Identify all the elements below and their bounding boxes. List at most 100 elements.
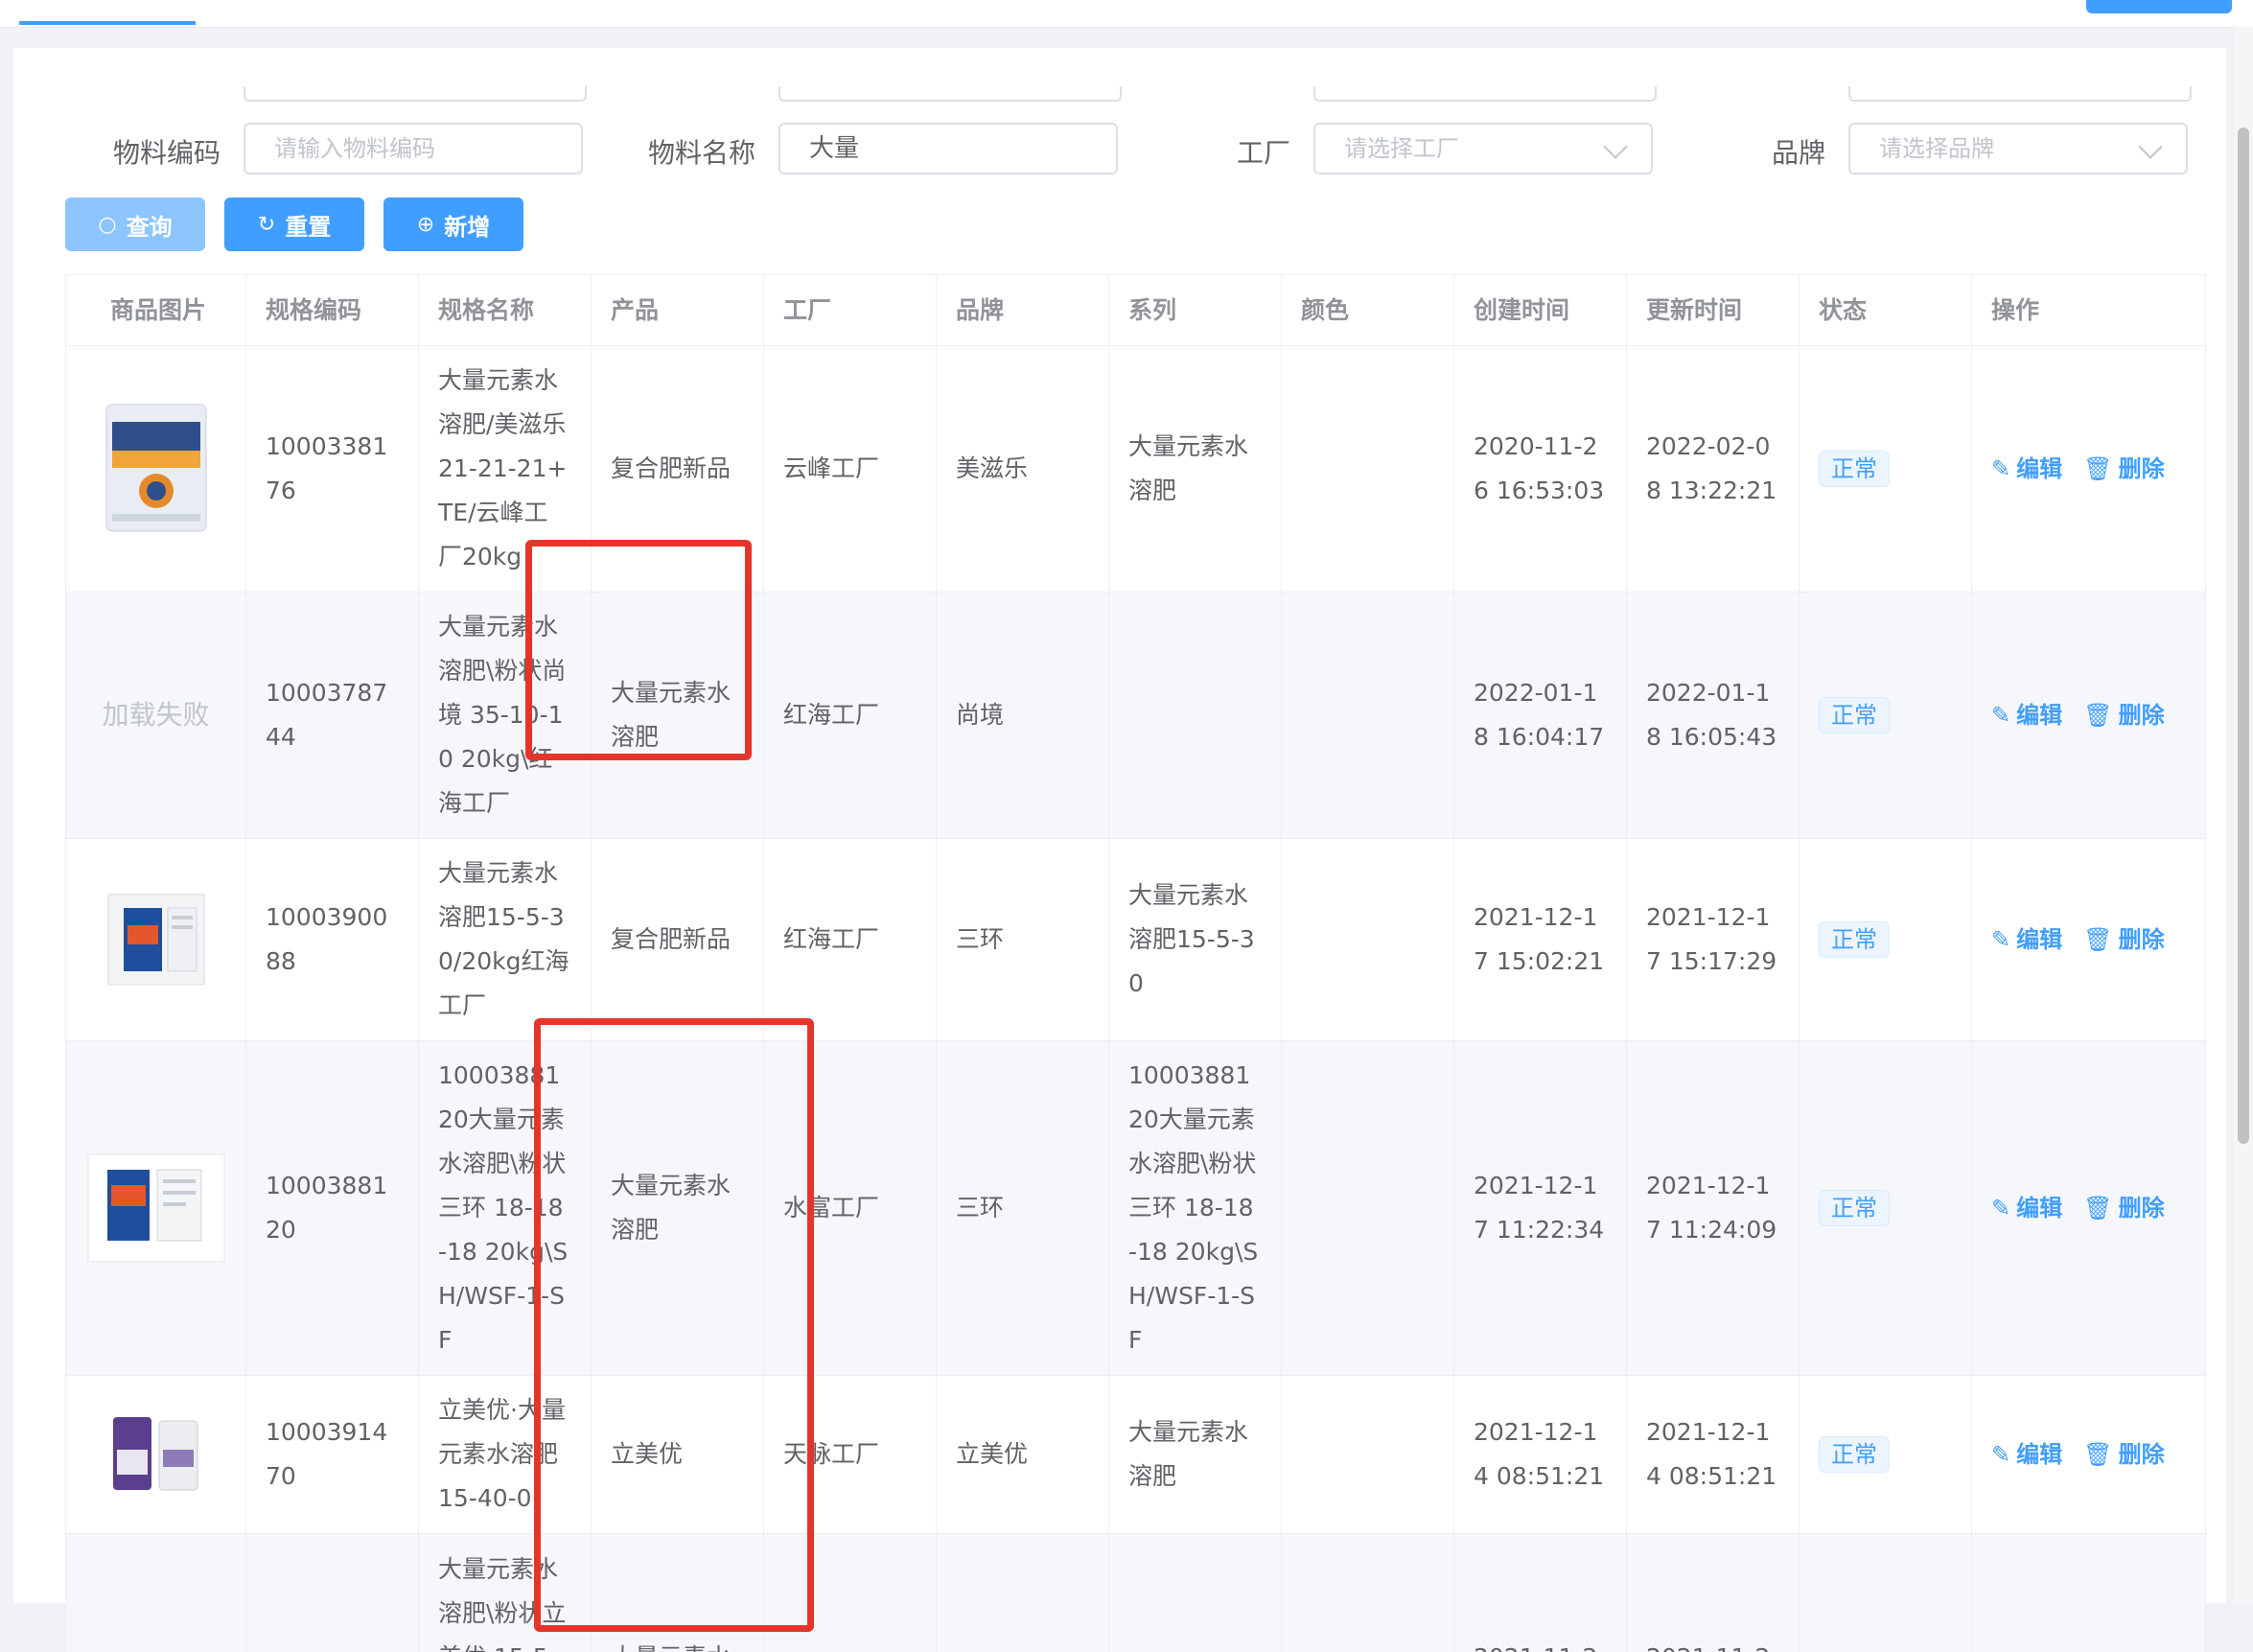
product-image xyxy=(105,404,206,532)
column-header-updated: 更新时间 xyxy=(1627,275,1800,345)
edit-button[interactable]: ✎ 编辑 xyxy=(1991,693,2062,737)
status-cell: 正常 xyxy=(1800,1041,1972,1375)
refresh-icon: ↻ xyxy=(257,212,276,237)
column-header-product: 产品 xyxy=(592,275,764,345)
scrollbar-thumb[interactable] xyxy=(2238,128,2249,1144)
created-time: 2021-12-14 08:51:21 xyxy=(1454,1376,1627,1533)
edit-icon: ✎ xyxy=(1991,455,2011,482)
spec-name: 大量元素水溶肥15-5-30/20kg红海工厂 xyxy=(419,839,592,1040)
column-header-created: 创建时间 xyxy=(1454,275,1627,345)
edit-button[interactable]: ✎ 编辑 xyxy=(1991,918,2062,962)
column-header-brand: 品牌 xyxy=(937,275,1109,345)
spec-code: 1000391470 xyxy=(246,1376,419,1533)
status-cell: 正常 xyxy=(1800,839,1972,1040)
edit-label: 编辑 xyxy=(2016,1441,2063,1468)
chevron-down-icon xyxy=(1603,134,1628,159)
material-name-input[interactable]: 大量 xyxy=(778,123,1118,175)
partial-input[interactable] xyxy=(1313,86,1657,102)
query-button-label: 查询 xyxy=(126,213,173,241)
column-header-actions: 操作 xyxy=(1972,275,2206,345)
table-row: 大量元素水溶肥\粉状立美优 15-5 大量元素水 2021-11-22 2021… xyxy=(66,1534,2206,1652)
annotation-box xyxy=(534,1018,814,1632)
delete-label: 删除 xyxy=(2118,926,2165,953)
created-time: 2021-12-17 11:22:34 xyxy=(1454,1041,1627,1375)
created-time: 2021-12-17 15:02:21 xyxy=(1454,839,1627,1040)
product: 复合肥新品 xyxy=(592,839,764,1040)
annotation-box xyxy=(525,540,752,760)
delete-label: 删除 xyxy=(2118,455,2165,482)
series xyxy=(1109,593,1282,838)
column-header-name: 规格名称 xyxy=(419,275,592,345)
series: 1000388120大量元素水溶肥\粉状三环 18-18-18 20kg\SH/… xyxy=(1109,1041,1282,1375)
spec-code: 1000388120 xyxy=(246,1041,419,1375)
spec-code: 1000390088 xyxy=(246,839,419,1040)
column-header-series: 系列 xyxy=(1109,275,1282,345)
partial-input[interactable] xyxy=(1848,86,2192,102)
trash-icon: 🗑 xyxy=(2083,455,2113,482)
delete-button[interactable]: 🗑 删除 xyxy=(2083,1186,2164,1230)
delete-label: 删除 xyxy=(2118,1195,2165,1222)
actions-cell: ✎ 编辑 🗑 删除 xyxy=(1972,593,2206,838)
brand: 立美优 xyxy=(937,1376,1109,1533)
search-icon: ○ xyxy=(98,212,117,237)
active-tab-indicator xyxy=(19,21,196,25)
material-code-input[interactable]: 请输入物料编码 xyxy=(244,123,583,175)
created-time: 2022-01-18 16:04:17 xyxy=(1454,593,1627,838)
product-image-cell: 加载失败 xyxy=(66,593,246,838)
delete-button[interactable]: 🗑 删除 xyxy=(2083,693,2164,737)
status-badge: 正常 xyxy=(1819,1190,1890,1226)
product-image-cell xyxy=(66,346,246,592)
delete-button[interactable]: 🗑 删除 xyxy=(2083,918,2164,962)
add-button-label: 新增 xyxy=(444,213,491,241)
status-cell xyxy=(1800,1534,1972,1652)
partial-input[interactable] xyxy=(244,86,587,102)
series xyxy=(1109,1534,1282,1652)
brand-placeholder: 请选择品牌 xyxy=(1879,135,1994,162)
edit-button[interactable]: ✎ 编辑 xyxy=(1991,1186,2062,1230)
status-badge: 正常 xyxy=(1819,1436,1890,1473)
image-load-failed: 加载失败 xyxy=(102,699,210,731)
edit-button[interactable]: ✎ 编辑 xyxy=(1991,1432,2062,1477)
brand: 三环 xyxy=(937,1041,1109,1375)
table-row: 加载失败 1000378744 大量元素水溶肥\粉状尚境 35-10-10 20… xyxy=(66,593,2206,839)
updated-time: 2021-12-14 08:51:21 xyxy=(1627,1376,1800,1533)
trash-icon: 🗑 xyxy=(2083,1441,2113,1468)
edit-button[interactable]: ✎ 编辑 xyxy=(1991,447,2062,491)
top-right-button[interactable] xyxy=(2086,0,2232,13)
series: 大量元素水溶肥 xyxy=(1109,1376,1282,1533)
brand-select[interactable]: 请选择品牌 xyxy=(1848,123,2188,175)
product-image xyxy=(87,1153,224,1263)
spec-table: 商品图片 规格编码 规格名称 产品 工厂 品牌 系列 颜色 创建时间 更新时间 … xyxy=(65,274,2206,1652)
brand: 尚境 xyxy=(937,593,1109,838)
color xyxy=(1282,1376,1454,1533)
brand: 美滋乐 xyxy=(937,346,1109,592)
table-row: 1000338176 大量元素水溶肥/美滋乐21-21-21+TE/云峰工厂20… xyxy=(66,346,2206,593)
column-header-code: 规格编码 xyxy=(246,275,419,345)
updated-time: 2021-11-22 xyxy=(1627,1534,1800,1652)
actions-cell: ✎ 编辑 🗑 删除 xyxy=(1972,1376,2206,1533)
edit-icon: ✎ xyxy=(1991,1441,2011,1468)
updated-time: 2021-12-17 11:24:09 xyxy=(1627,1041,1800,1375)
column-header-color: 颜色 xyxy=(1282,275,1454,345)
content-panel: 物料编码 请输入物料编码 物料名称 大量 工厂 请选择工厂 品牌 请选择品牌 ○… xyxy=(13,48,2226,1652)
factory-select[interactable]: 请选择工厂 xyxy=(1313,123,1653,175)
trash-icon: 🗑 xyxy=(2083,702,2113,729)
plus-circle-icon: ⊕ xyxy=(416,212,435,237)
column-header-status: 状态 xyxy=(1800,275,1972,345)
partial-input[interactable] xyxy=(778,86,1122,102)
delete-label: 删除 xyxy=(2118,702,2165,729)
spec-code: 1000378744 xyxy=(246,593,419,838)
query-button[interactable]: ○ 查询 xyxy=(65,198,205,251)
delete-button[interactable]: 🗑 删除 xyxy=(2083,1432,2164,1477)
reset-button[interactable]: ↻ 重置 xyxy=(224,198,364,251)
factory: 红海工厂 xyxy=(764,593,937,838)
chevron-down-icon xyxy=(2138,134,2163,159)
status-badge: 正常 xyxy=(1819,921,1890,958)
edit-icon: ✎ xyxy=(1991,926,2011,953)
edit-icon: ✎ xyxy=(1991,1195,2011,1222)
status-badge: 正常 xyxy=(1819,697,1890,733)
delete-button[interactable]: 🗑 删除 xyxy=(2083,447,2164,491)
vertical-scrollbar[interactable] xyxy=(2234,27,2253,1603)
actions-cell: ✎ 编辑 🗑 删除 xyxy=(1972,839,2206,1040)
add-button[interactable]: ⊕ 新增 xyxy=(383,198,523,251)
